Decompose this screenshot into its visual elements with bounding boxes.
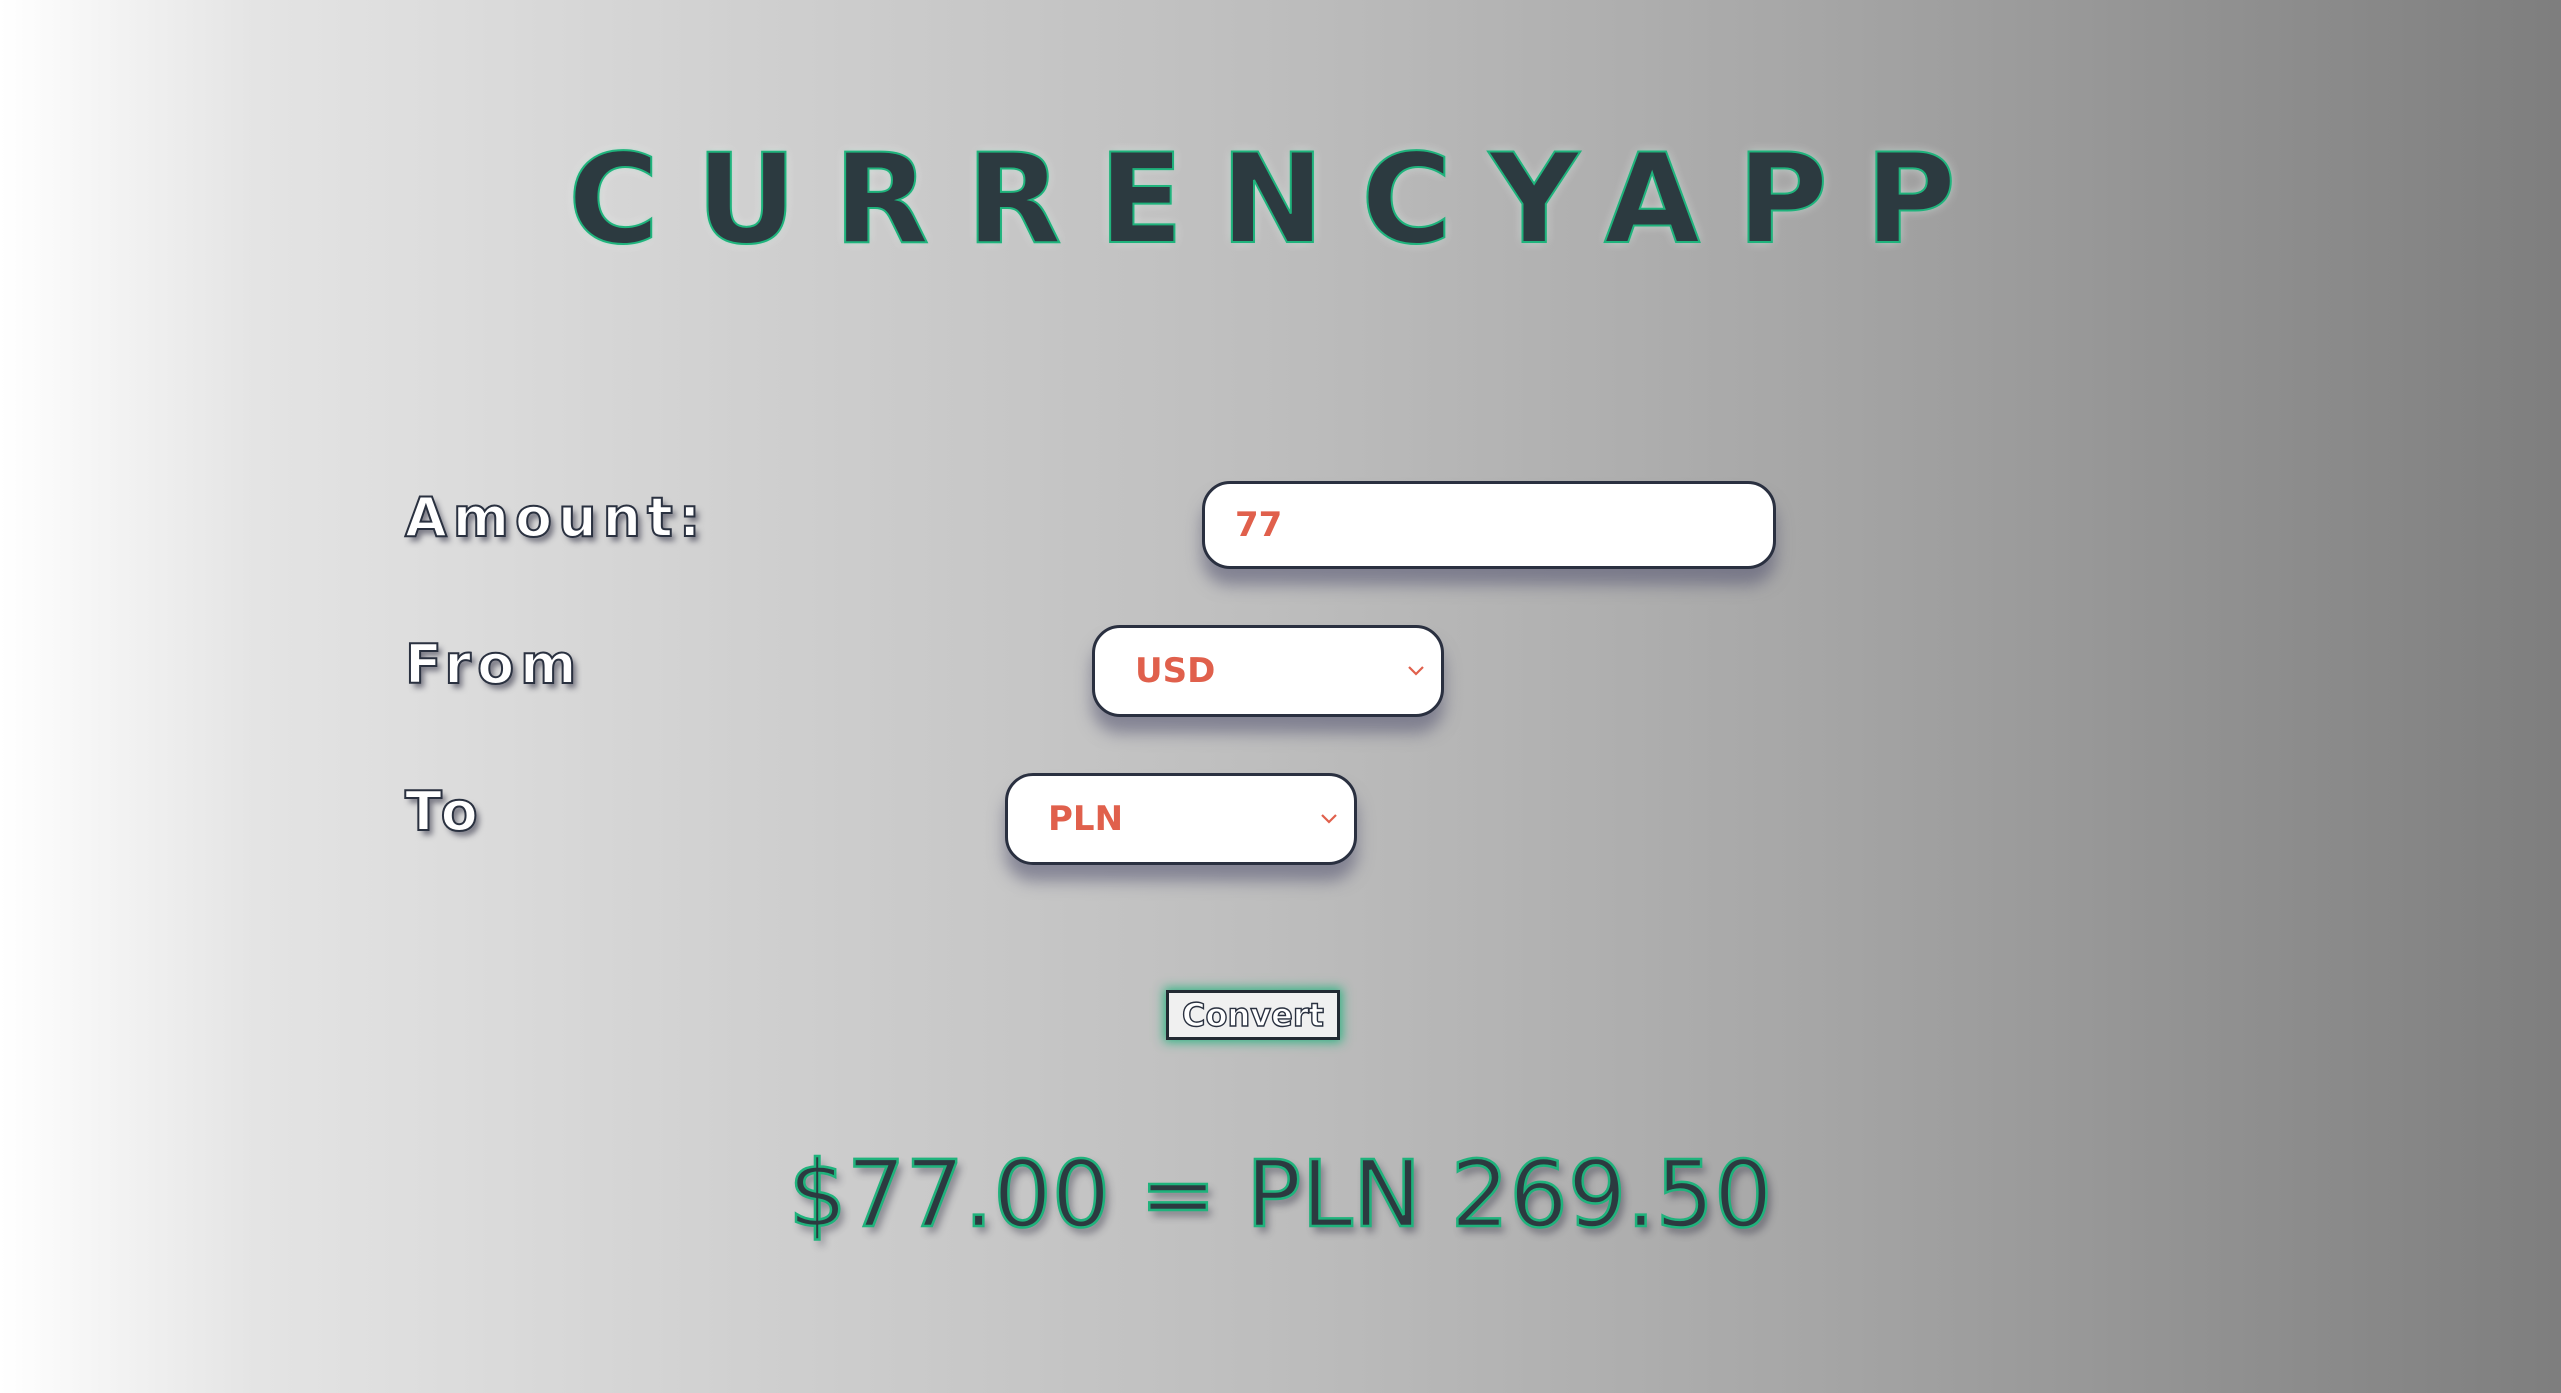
convert-button[interactable]: Convert	[1166, 990, 1340, 1040]
amount-label: Amount:	[404, 485, 707, 550]
app-title: CURRENCYAPP	[567, 127, 1993, 273]
from-label: From	[404, 632, 583, 697]
from-currency-value: USD	[1135, 651, 1216, 691]
chevron-down-icon	[1401, 665, 1431, 677]
to-label: To	[404, 779, 484, 844]
amount-input[interactable]	[1202, 481, 1776, 569]
conversion-result: $77.00 = PLN 269.50	[787, 1140, 1774, 1250]
chevron-down-icon	[1314, 813, 1344, 825]
to-currency-select[interactable]: PLN	[1005, 773, 1357, 865]
to-currency-value: PLN	[1048, 799, 1124, 839]
from-currency-select[interactable]: USD	[1092, 625, 1444, 717]
